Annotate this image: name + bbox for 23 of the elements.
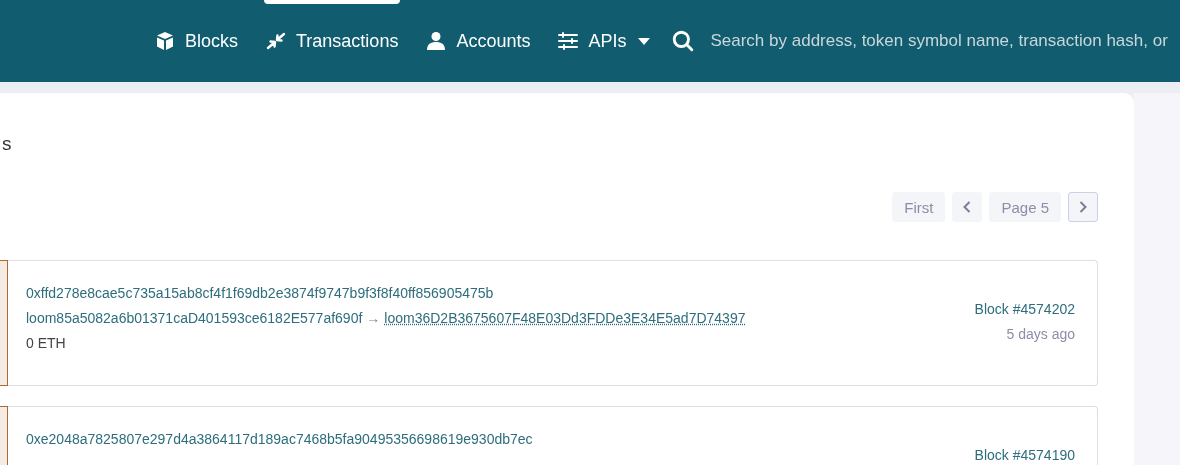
transaction-hash-link[interactable]: 0xffd278e8cae5c735a15ab8cf4f1f69db2e3874f9747b9f3f8f40ff856905475b <box>26 285 746 301</box>
person-icon <box>426 31 447 51</box>
age-text: 5 days ago <box>1006 326 1075 342</box>
chevron-left-icon <box>963 201 972 213</box>
nav-link[interactable]: Transactions <box>266 0 399 82</box>
page-title: s <box>1 132 13 151</box>
chevron-right-icon <box>1079 201 1087 213</box>
nav-link[interactable]: Accounts <box>426 0 531 82</box>
nav-link[interactable]: Blocks <box>155 0 238 82</box>
to-address-link[interactable]: loom36D2B3675607F48E03Dd3FDDe3E34E5ad7D74397 <box>384 310 746 326</box>
sliders-icon <box>558 31 579 51</box>
from-address-link[interactable]: loom85a5082a6b01371caD401593ce6182E577af690f <box>26 310 363 326</box>
search-icon <box>672 30 695 52</box>
cube-icon <box>155 31 175 51</box>
arrow-glyph: → <box>366 310 381 326</box>
arrows-icon <box>266 31 286 51</box>
transaction-hash-link[interactable]: 0xe2048a7825807e297d4a3864117d189ac7468b5fa90495356698619e930db7ec <box>26 431 533 447</box>
value-text: 0 ETH <box>26 335 67 351</box>
block-link[interactable]: Block #4574190 <box>974 447 1075 463</box>
nav-link[interactable]: APIs <box>558 0 651 82</box>
search-field[interactable]: Search by address, token symbol name, transaction hash, or <box>708 30 1180 52</box>
block-link[interactable]: Block #4574202 <box>974 301 1075 317</box>
next-button[interactable] <box>1068 192 1098 222</box>
